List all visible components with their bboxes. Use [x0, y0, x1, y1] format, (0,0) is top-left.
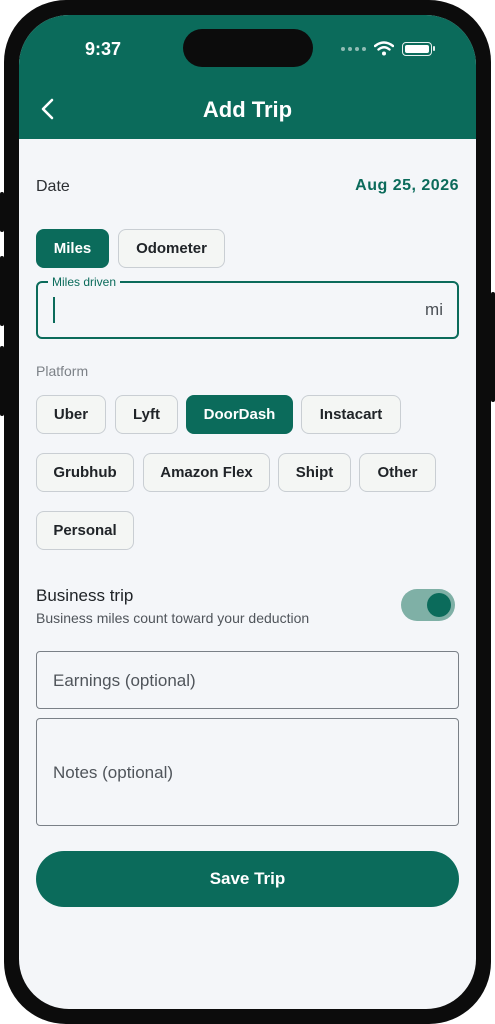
notes-textarea[interactable]: Notes (optional) [36, 718, 459, 826]
chip-label: Shipt [295, 464, 334, 481]
notes-placeholder: Notes (optional) [53, 763, 174, 782]
text-cursor [53, 297, 55, 323]
volume-down-button [0, 346, 4, 416]
power-button [491, 292, 495, 402]
platform-chip-doordash[interactable]: DoorDash [186, 395, 293, 434]
toggle-knob [427, 593, 451, 617]
platform-chip-personal[interactable]: Personal [36, 511, 134, 550]
platform-chip-shipt[interactable]: Shipt [278, 453, 351, 492]
volume-up-button [0, 256, 4, 326]
chip-label: Instacart [319, 406, 383, 423]
mode-odometer-chip[interactable]: Odometer [118, 229, 225, 268]
app-header: 9:37 Add Trip [19, 15, 476, 139]
business-trip-toggle[interactable] [401, 589, 455, 621]
business-trip-title: Business trip [36, 586, 134, 605]
platform-chip-grubhub[interactable]: Grubhub [36, 453, 134, 492]
chip-label: Uber [53, 406, 89, 423]
platform-chip-amazon-flex[interactable]: Amazon Flex [143, 453, 270, 492]
status-icons [341, 41, 435, 56]
chip-label: DoorDash [203, 406, 276, 423]
date-picker[interactable]: Aug 25, 2026 [355, 177, 459, 195]
date-label: Date [36, 178, 70, 195]
chip-label: Lyft [133, 406, 160, 423]
platform-chip-uber[interactable]: Uber [36, 395, 106, 434]
save-trip-button[interactable]: Save Trip [36, 851, 459, 907]
miles-driven-label: Miles driven [48, 275, 121, 289]
app-screen: 9:37 Add Trip Date Aug 25, 2026 Miles Od… [19, 15, 476, 1009]
chip-label: Miles [53, 240, 92, 257]
earnings-placeholder: Earnings (optional) [53, 671, 196, 690]
page-title: Add Trip [202, 97, 293, 122]
chip-label: Amazon Flex [160, 464, 253, 481]
battery-icon [402, 41, 435, 56]
dynamic-island [183, 29, 313, 67]
mode-miles-chip[interactable]: Miles [36, 229, 109, 268]
miles-driven-input[interactable]: Miles driven mi [36, 275, 459, 339]
earnings-input[interactable]: Earnings (optional) [36, 651, 459, 709]
platform-chip-instacart[interactable]: Instacart [301, 395, 401, 434]
platform-chip-lyft[interactable]: Lyft [115, 395, 178, 434]
save-trip-label: Save Trip [209, 869, 286, 888]
chip-label: Grubhub [53, 464, 117, 481]
platform-chip-other[interactable]: Other [359, 453, 436, 492]
business-trip-subtitle: Business miles count toward your deducti… [36, 610, 310, 626]
wifi-icon [374, 41, 394, 56]
status-time: 9:37 [85, 39, 122, 59]
miles-unit: mi [425, 300, 443, 319]
chip-label: Other [377, 464, 418, 481]
chip-label: Personal [53, 522, 117, 539]
action-button [0, 192, 4, 232]
platform-label: Platform [36, 363, 89, 379]
cellular-signal-icon [341, 46, 366, 51]
chip-label: Odometer [136, 240, 207, 257]
